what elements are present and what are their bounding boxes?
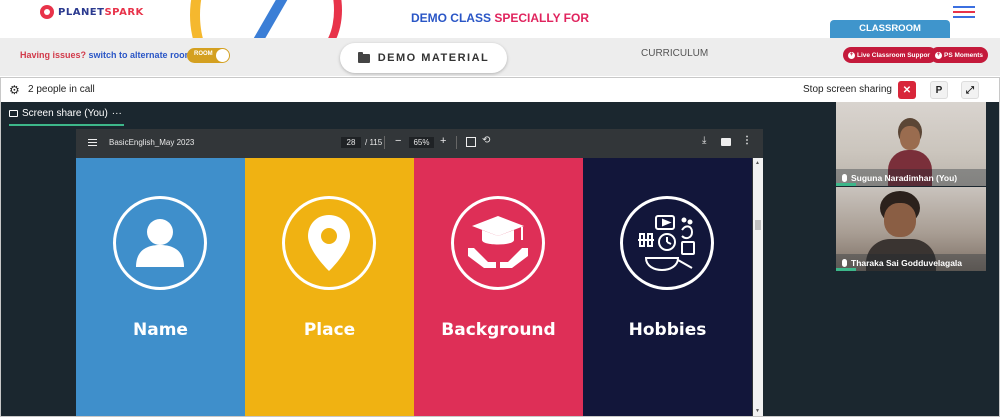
participant-name-tag: Tharaka Sai Godduvelagala	[836, 254, 986, 271]
panel-label: Background	[441, 320, 556, 340]
room-toggle[interactable]: ROOM	[187, 48, 230, 63]
folder-icon	[357, 51, 370, 63]
share-tabbar: Screen share (You) ···	[1, 102, 835, 127]
panel-background: Background	[414, 158, 583, 416]
screen-share-area: Screen share (You) ··· BasicEnglish_May …	[1, 102, 999, 416]
issues-question: Having issues?	[20, 50, 87, 60]
p-button[interactable]: P	[930, 81, 948, 99]
panel-place: Place	[245, 158, 414, 416]
title-demo-class: DEMO CLASS	[410, 11, 491, 25]
hobbies-icon	[620, 196, 714, 290]
stop-sharing-button[interactable]: ✕	[898, 81, 916, 99]
switch-room-link[interactable]: switch to alternate room	[89, 50, 193, 60]
participant-video-2[interactable]: Tharaka Sai Godduvelagala	[836, 187, 986, 271]
participant-name-tag: Suguna Naradimhan (You)	[836, 169, 986, 186]
call-toolbar: ⚙ 2 people in call Stop screen sharing ✕…	[1, 78, 999, 102]
location-pin-icon	[282, 196, 376, 290]
divider	[456, 136, 457, 149]
page-total: / 115	[365, 138, 383, 147]
speaking-indicator	[836, 183, 856, 186]
fit-page-icon[interactable]	[466, 137, 476, 147]
hamburger-menu-icon[interactable]	[953, 6, 975, 20]
expand-icon[interactable]: ⤢	[961, 81, 979, 99]
toggle-knob	[216, 49, 229, 62]
pdf-menu-icon[interactable]	[88, 139, 97, 146]
page-number-input[interactable]: 28	[341, 137, 361, 148]
participant-name: Suguna Naradimhan (You)	[851, 172, 958, 183]
speaking-indicator	[836, 268, 856, 271]
demo-material-button[interactable]: DEMO MATERIAL	[340, 43, 507, 73]
call-frame: ⚙ 2 people in call Stop screen sharing ✕…	[0, 77, 1000, 417]
scroll-up-arrow-icon[interactable]: ▲	[755, 160, 760, 166]
issues-notice: Having issues? switch to alternate room	[20, 50, 193, 60]
rotate-icon[interactable]: ⟲	[482, 135, 490, 146]
pdf-toolbar: BasicEnglish_May 2023 28 / 115 − 65% + ⟲…	[76, 129, 763, 156]
print-icon[interactable]	[721, 138, 731, 146]
active-tab-underline	[9, 124, 124, 126]
curriculum-tab[interactable]: CURRICULUM	[641, 48, 708, 59]
participant-video-1[interactable]: Suguna Naradimhan (You)	[836, 102, 986, 186]
panel-label: Place	[303, 320, 356, 340]
scroll-down-arrow-icon[interactable]: ▼	[755, 408, 760, 414]
more-options-icon[interactable]: ···	[112, 108, 122, 119]
graduation-cap-icon	[451, 196, 545, 290]
zoom-out-button[interactable]: −	[395, 135, 401, 147]
panel-hobbies: Hobbies	[583, 158, 752, 416]
person-icon	[113, 196, 207, 290]
pdf-filename: BasicEnglish_May 2023	[109, 138, 195, 147]
screen-icon	[9, 110, 18, 117]
title-specially-for: SPECIALLY FOR	[494, 11, 590, 25]
zoom-level-input[interactable]: 65%	[409, 137, 434, 148]
pdf-scrollbar[interactable]: ▲ ▼	[753, 158, 763, 416]
live-support-label: Live Classroom Support	[857, 51, 933, 59]
panel-name: Name	[76, 158, 245, 416]
divider	[384, 136, 385, 149]
participant-videos: Suguna Naradimhan (You) Tharaka Sai Godd…	[836, 102, 986, 416]
plus-circle-icon: +	[848, 51, 855, 59]
demo-material-label: DEMO MATERIAL	[377, 52, 490, 64]
live-classroom-support-button[interactable]: + Live Classroom Support	[843, 47, 938, 63]
pdf-page: Name Place Background Hobbies	[76, 158, 752, 416]
gear-icon[interactable]: ⚙	[9, 84, 20, 96]
more-vertical-icon[interactable]: ⋮	[742, 135, 752, 146]
microphone-icon	[842, 173, 847, 182]
stop-sharing-label[interactable]: Stop screen sharing	[803, 84, 892, 95]
people-count: 2 people in call	[28, 84, 95, 95]
panel-label: Name	[133, 320, 188, 340]
scroll-thumb[interactable]	[755, 220, 761, 230]
subheader-bar: Having issues? switch to alternate room …	[0, 38, 1000, 76]
zoom-in-button[interactable]: +	[440, 135, 446, 147]
participant-name: Tharaka Sai Godduvelagala	[851, 257, 963, 268]
ps-moments-button[interactable]: + PS Moments	[930, 47, 989, 63]
ps-moments-label: PS Moments	[944, 51, 984, 59]
classroom-tab[interactable]: CLASSROOM	[830, 20, 950, 38]
microphone-icon	[842, 258, 847, 267]
room-toggle-label: ROOM	[194, 51, 213, 57]
panel-label: Hobbies	[628, 320, 707, 340]
pdf-viewer: BasicEnglish_May 2023 28 / 115 − 65% + ⟲…	[76, 129, 763, 416]
screen-share-tab-label: Screen share (You)	[22, 108, 108, 119]
plus-circle-icon: +	[935, 51, 942, 59]
download-icon[interactable]: ⤓	[702, 135, 706, 146]
screen-share-tab[interactable]: Screen share (You) ···	[9, 108, 122, 119]
